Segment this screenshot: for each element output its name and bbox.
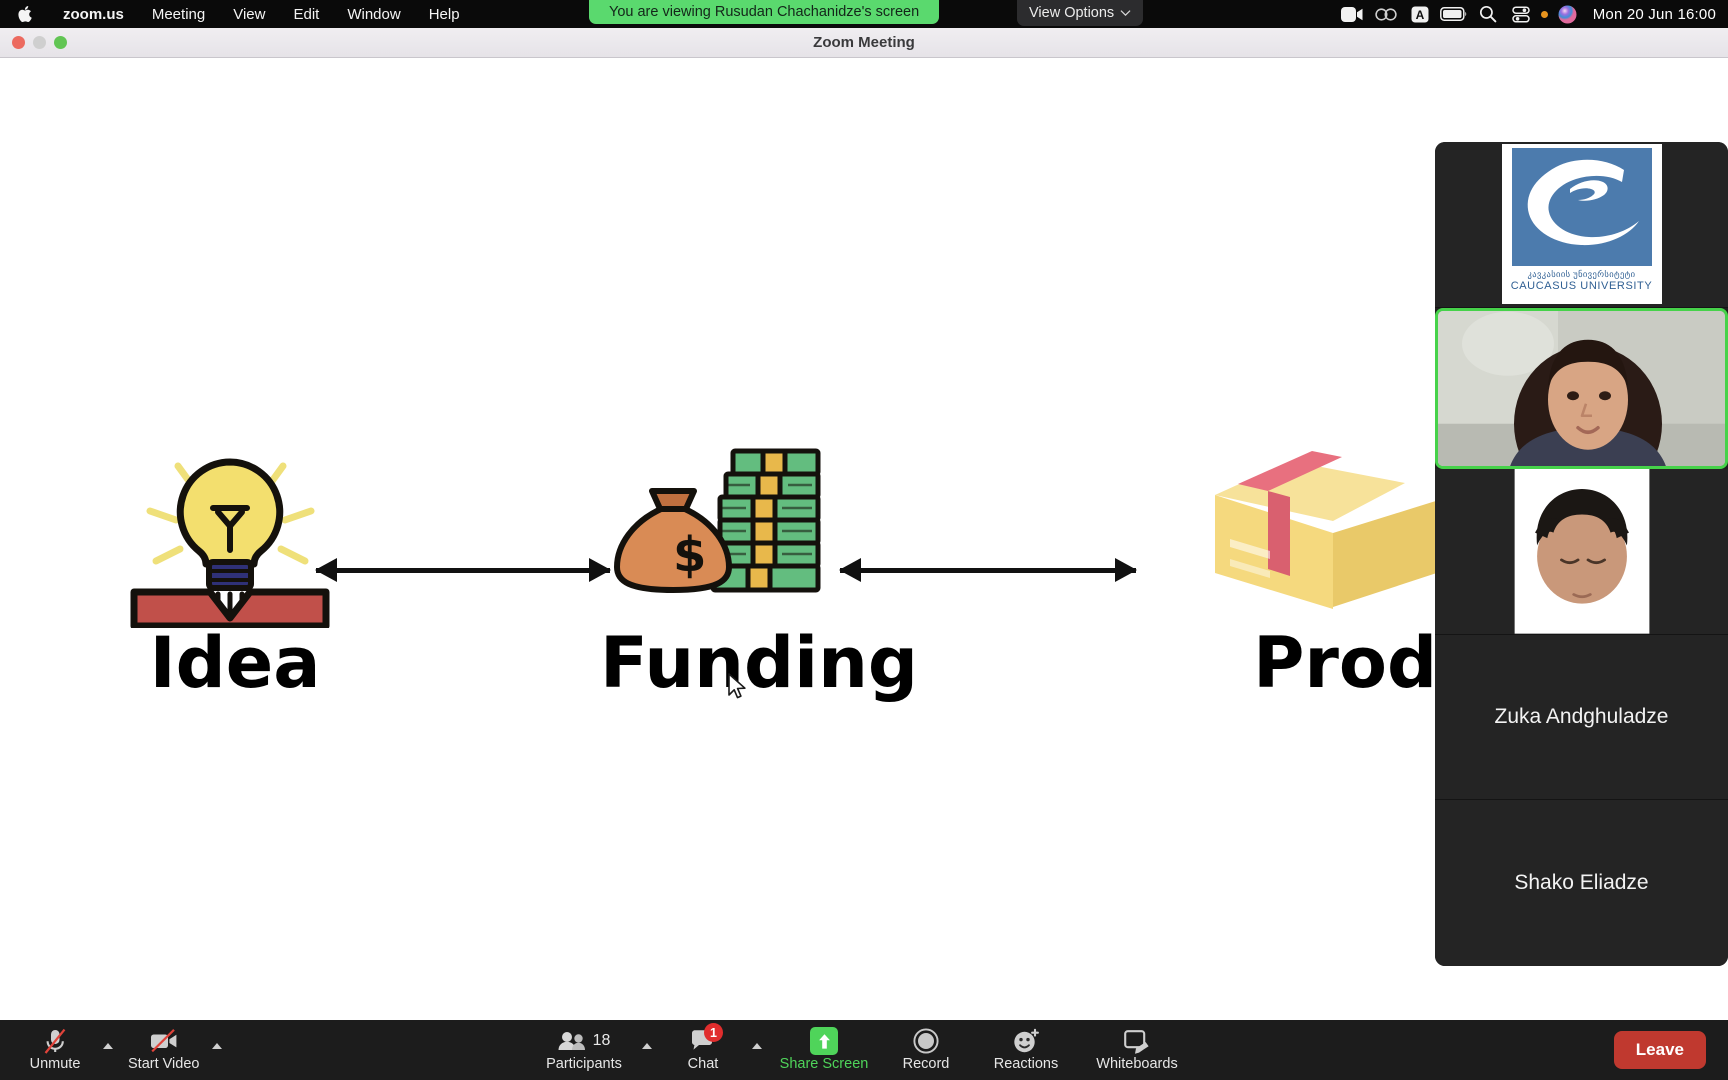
menu-item-view[interactable]: View xyxy=(219,0,279,28)
record-circle-icon xyxy=(913,1028,939,1054)
participant-tile-video[interactable] xyxy=(1435,469,1728,635)
meeting-toolbar: Unmute Start Video 18 Participants 1 Cha… xyxy=(0,1020,1728,1080)
chat-unread-badge: 1 xyxy=(704,1023,723,1043)
whiteboards-button[interactable]: Whiteboards xyxy=(1078,1021,1196,1079)
participants-options-caret[interactable] xyxy=(636,1021,660,1079)
menu-item-meeting[interactable]: Meeting xyxy=(138,0,219,28)
participants-icon: 18 xyxy=(558,1028,611,1054)
creative-cloud-icon[interactable] xyxy=(1369,0,1403,28)
menu-item-edit[interactable]: Edit xyxy=(279,0,333,28)
participant-name: Shako Eliadze xyxy=(1514,871,1649,895)
record-label: Record xyxy=(902,1056,950,1073)
connector-line xyxy=(840,568,1136,573)
flow-node-idea-label: Idea xyxy=(149,622,321,704)
svg-text:A: A xyxy=(1415,8,1424,22)
cu-logo-english-text: CAUCASUS UNIVERSITY xyxy=(1510,280,1653,293)
reactions-smiley-plus-icon xyxy=(1012,1028,1040,1054)
siri-icon[interactable] xyxy=(1551,0,1585,28)
mouse-cursor-icon xyxy=(728,673,748,706)
menu-item-window[interactable]: Window xyxy=(333,0,414,28)
arrowhead-right-icon xyxy=(1115,558,1137,582)
input-source-a-icon[interactable]: A xyxy=(1403,0,1437,28)
chevron-down-icon xyxy=(1120,9,1131,16)
share-screen-up-arrow-icon xyxy=(810,1027,838,1056)
battery-icon[interactable] xyxy=(1437,0,1471,28)
leave-button[interactable]: Leave xyxy=(1613,1031,1706,1069)
participant-tile-active-speaker[interactable] xyxy=(1435,307,1728,470)
whiteboard-icon xyxy=(1123,1028,1151,1054)
participants-button[interactable]: 18 Participants xyxy=(532,1021,636,1079)
participant-tile-shako-eliadze[interactable]: Shako Eliadze xyxy=(1435,800,1728,966)
window-title-bar: Zoom Meeting xyxy=(0,28,1728,58)
participants-count: 18 xyxy=(592,1032,611,1050)
connector-funding-to-product xyxy=(839,558,1137,582)
participants-label: Participants xyxy=(546,1056,622,1073)
webcam-video-feed xyxy=(1438,310,1725,467)
reactions-button[interactable]: Reactions xyxy=(974,1021,1078,1079)
participant-name: Zuka Andghuladze xyxy=(1494,705,1669,729)
apple-logo-icon[interactable] xyxy=(0,5,49,23)
record-button[interactable]: Record xyxy=(878,1021,974,1079)
connector-idea-to-funding xyxy=(315,558,611,582)
participant-filmstrip[interactable]: კავკასიის უნივერსიტეტი CAUCASUS UNIVERSI… xyxy=(1435,142,1728,966)
cu-logo-mark xyxy=(1511,148,1652,267)
caucasus-university-logo-icon: კავკასიის უნივერსიტეტი CAUCASUS UNIVERSI… xyxy=(1501,144,1662,305)
lightbulb-icon xyxy=(120,448,350,630)
arrowhead-left-icon xyxy=(839,558,861,582)
page-title: Zoom Meeting xyxy=(813,34,915,51)
participant-tile-logo[interactable]: კავკასიის უნივერსიტეტი CAUCASUS UNIVERSI… xyxy=(1435,142,1728,308)
chat-options-caret[interactable] xyxy=(746,1021,770,1079)
money-bag-and-cash-icon: $ xyxy=(600,443,890,628)
macos-menu-bar: zoom.us Meeting View Edit Window Help Yo… xyxy=(0,0,1728,28)
chat-button[interactable]: 1 Chat xyxy=(660,1021,746,1079)
status-dot-icon xyxy=(1539,0,1551,28)
arrowhead-left-icon xyxy=(315,558,337,582)
participant-tile-zuka-andghuladze[interactable]: Zuka Andghuladze xyxy=(1435,634,1728,801)
chat-bubble-icon: 1 xyxy=(690,1023,723,1054)
menu-bar-status-icons: A Mon 20 Jun 16:00 xyxy=(1335,0,1728,28)
zoom-camera-icon[interactable] xyxy=(1335,0,1369,28)
share-screen-label: Share Screen xyxy=(779,1056,869,1073)
view-options-button[interactable]: View Options xyxy=(1017,0,1144,26)
reactions-label: Reactions xyxy=(993,1056,1059,1073)
share-screen-button[interactable]: Share Screen xyxy=(770,1021,878,1079)
connector-line xyxy=(316,568,610,573)
cu-logo-georgian-text: კავკასიის უნივერსიტეტი xyxy=(1527,269,1636,280)
whiteboards-label: Whiteboards xyxy=(1096,1056,1178,1073)
control-center-icon[interactable] xyxy=(1505,0,1539,28)
chat-label: Chat xyxy=(687,1056,719,1073)
svg-text:$: $ xyxy=(673,527,706,583)
webcam-video-feed xyxy=(1435,469,1728,634)
chevron-up-icon xyxy=(642,1043,652,1049)
screen-share-banner: You are viewing Rusudan Chachanidze's sc… xyxy=(589,0,940,24)
zoom-meeting-window: zoom.us Meeting View Edit Window Help Yo… xyxy=(0,0,1728,1080)
menu-bar-clock[interactable]: Mon 20 Jun 16:00 xyxy=(1585,6,1716,23)
view-options-label: View Options xyxy=(1029,5,1115,21)
menu-item-zoom-us[interactable]: zoom.us xyxy=(49,0,138,28)
spotlight-search-icon[interactable] xyxy=(1471,0,1505,28)
chevron-up-icon xyxy=(752,1043,762,1049)
menu-item-help[interactable]: Help xyxy=(415,0,474,28)
